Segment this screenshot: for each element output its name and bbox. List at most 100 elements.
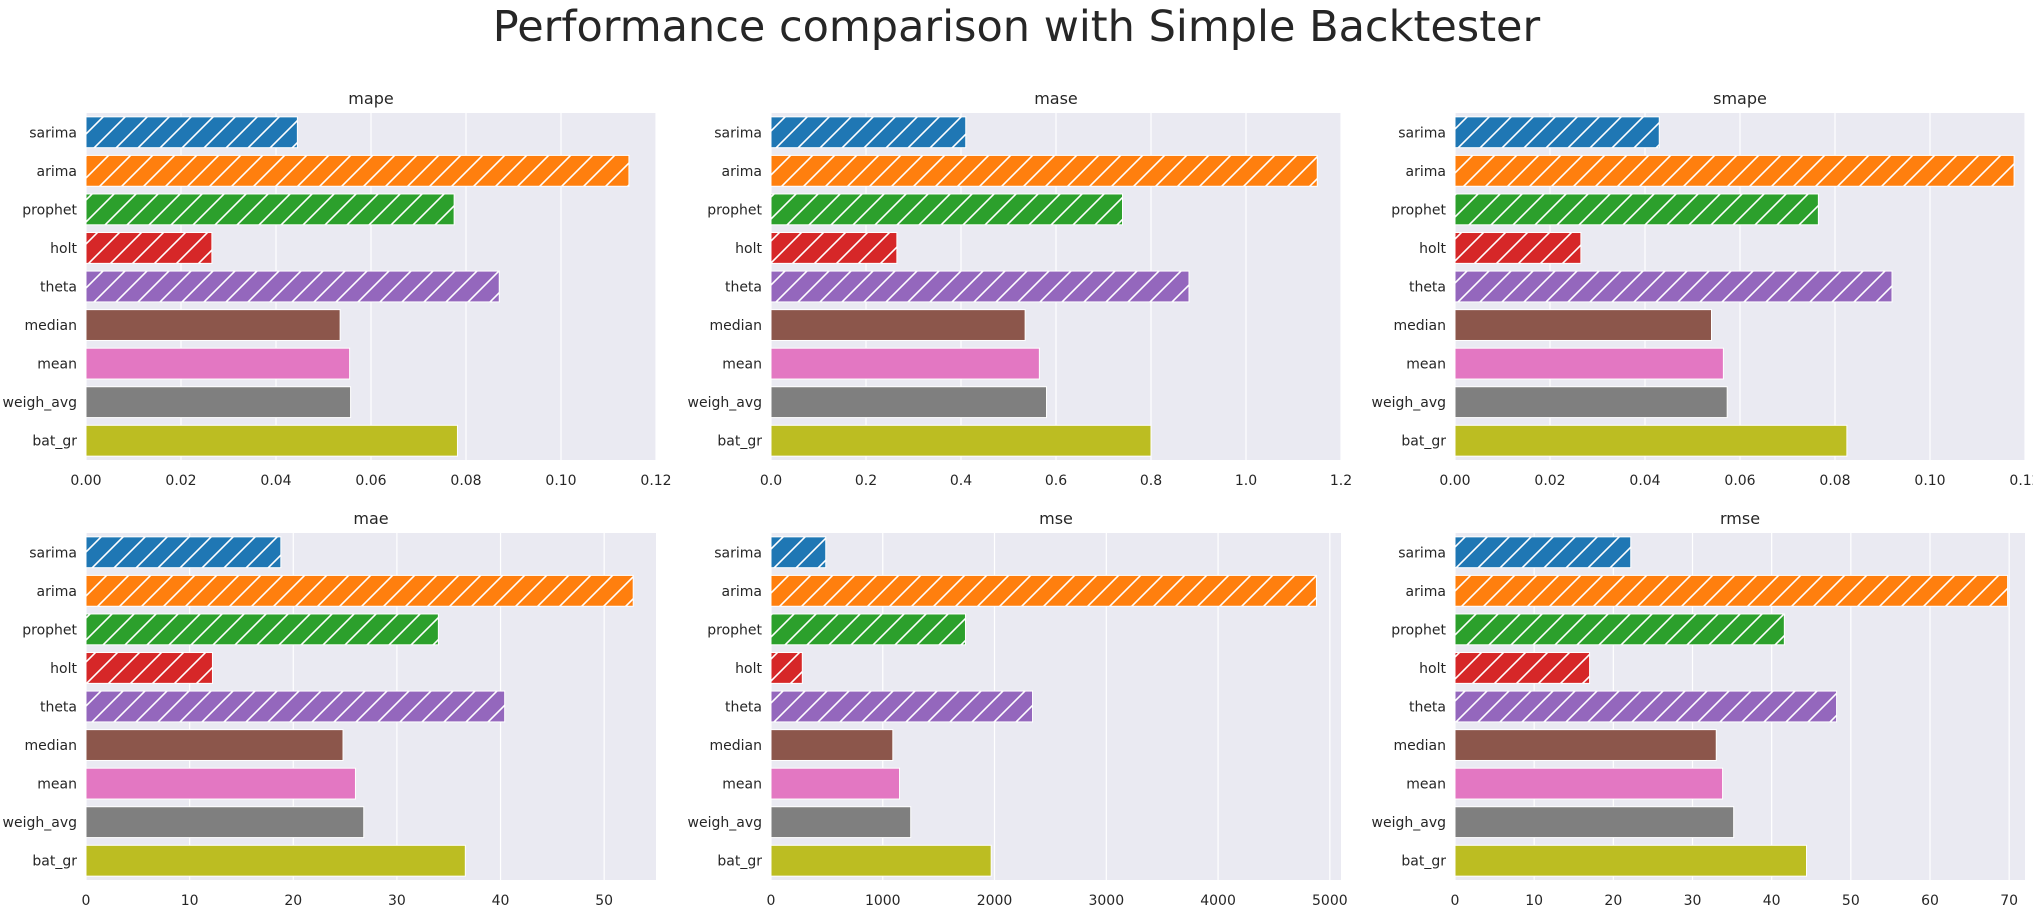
x-tick-label: 0.04: [1629, 473, 1660, 489]
y-tick-label: prophet: [22, 202, 77, 218]
subplot-mae: sarima arima prophet holt theta median mean wei…: [3, 509, 656, 909]
bar-bat_gr: [1454, 844, 1807, 877]
x-tick-label: 0.2: [855, 473, 877, 489]
bar-holt: [770, 652, 803, 684]
y-tick-label: prophet: [1391, 622, 1446, 638]
x-tick-label: 0: [1451, 893, 1460, 909]
x-tick-label: 1.0: [1235, 473, 1257, 489]
y-tick-label: mean: [722, 357, 762, 373]
bar-holt: [1454, 652, 1591, 684]
bar-weigh_avg: [1454, 806, 1735, 839]
y-tick-label: prophet: [707, 622, 762, 638]
bar-bat_gr: [1454, 424, 1848, 457]
bar-mean: [85, 767, 356, 800]
bar-sarima: [85, 116, 298, 149]
bar-prophet: [1454, 193, 1819, 226]
bar-mean: [770, 767, 901, 800]
x-tick-label: 50: [595, 893, 613, 909]
bar-sarima: [1454, 116, 1660, 149]
bar-theta: [85, 690, 506, 723]
bar-arima: [85, 154, 630, 187]
subplot-title: rmse: [1720, 509, 1760, 528]
x-tick-label: 20: [1604, 893, 1622, 909]
bar-median: [770, 729, 894, 761]
bar-theta: [1454, 270, 1893, 303]
x-tick-label: 0.02: [1534, 473, 1565, 489]
x-tick-label: 0.06: [355, 473, 386, 489]
x-tick-label: 1.2: [1330, 473, 1352, 489]
x-tick-label: 4000: [1200, 893, 1236, 909]
y-tick-label: holt: [735, 241, 762, 257]
y-tick-label: arima: [1406, 164, 1446, 180]
subplot-smape: sarima arima prophet holt theta median mean wei…: [1372, 89, 2033, 489]
y-tick-label: median: [710, 738, 762, 754]
bar-weigh_avg: [85, 806, 365, 839]
y-tick-label: prophet: [707, 202, 762, 218]
y-tick-label: sarima: [1398, 125, 1446, 141]
bar-prophet: [770, 193, 1123, 226]
subplot-mase: sarima arima prophet holt theta median mean wei…: [688, 89, 1353, 489]
bar-median: [770, 309, 1026, 341]
y-tick-label: bat_gr: [1401, 854, 1446, 870]
y-tick-label: prophet: [1391, 202, 1446, 218]
x-tick-label: 0.02: [165, 473, 196, 489]
y-tick-label: sarima: [29, 125, 77, 141]
x-tick-label: 0.12: [2009, 473, 2033, 489]
x-tick-label: 30: [1684, 893, 1702, 909]
x-tick-label: 40: [1763, 893, 1781, 909]
bar-sarima: [1454, 536, 1632, 569]
y-tick-label: bat_gr: [717, 854, 762, 870]
subplot-title: mse: [1039, 509, 1073, 528]
bar-holt: [770, 232, 898, 264]
y-tick-label: holt: [50, 661, 77, 677]
y-tick-label: median: [1394, 318, 1446, 334]
bar-arima: [770, 154, 1318, 187]
x-tick-label: 30: [388, 893, 406, 909]
bar-arima: [1454, 154, 2015, 187]
bar-bat_gr: [85, 424, 458, 457]
bar-sarima: [770, 536, 827, 569]
y-tick-label: weigh_avg: [1372, 815, 1446, 831]
x-tick-label: 1000: [865, 893, 901, 909]
y-tick-label: weigh_avg: [1372, 395, 1446, 411]
x-tick-label: 40: [492, 893, 510, 909]
y-tick-label: mean: [37, 357, 77, 373]
y-tick-label: arima: [722, 584, 762, 600]
y-tick-label: theta: [1409, 280, 1446, 296]
subplot-title: smape: [1713, 89, 1767, 108]
subplot-mape: sarima arima prophet holt theta median mean wei…: [3, 89, 672, 489]
x-tick-label: 60: [1921, 893, 1939, 909]
bar-arima: [770, 574, 1317, 607]
bar-bat_gr: [85, 844, 466, 877]
y-tick-label: holt: [1419, 661, 1446, 677]
y-tick-label: arima: [37, 584, 77, 600]
x-tick-label: 0.00: [70, 473, 101, 489]
bar-median: [85, 729, 344, 761]
bar-sarima: [85, 536, 282, 569]
x-tick-label: 0.08: [1819, 473, 1850, 489]
x-tick-label: 0.10: [1914, 473, 1945, 489]
x-tick-label: 20: [284, 893, 302, 909]
bar-median: [1454, 309, 1712, 341]
bar-theta: [770, 270, 1190, 303]
x-tick-label: 0.00: [1439, 473, 1470, 489]
y-tick-label: arima: [37, 164, 77, 180]
x-tick-label: 3000: [1088, 893, 1124, 909]
subplot-title: mae: [353, 509, 388, 528]
x-tick-label: 10: [1525, 893, 1543, 909]
y-tick-label: mean: [1406, 777, 1446, 793]
bar-mean: [1454, 347, 1724, 380]
y-tick-label: holt: [735, 661, 762, 677]
bar-bat_gr: [770, 844, 992, 877]
bar-mean: [1454, 767, 1724, 800]
x-tick-label: 0: [82, 893, 91, 909]
x-tick-label: 0.6: [1045, 473, 1067, 489]
x-tick-label: 0.06: [1724, 473, 1755, 489]
x-tick-label: 0.10: [545, 473, 576, 489]
y-tick-label: bat_gr: [717, 434, 762, 450]
y-tick-label: theta: [1409, 700, 1446, 716]
y-tick-label: holt: [1419, 241, 1446, 257]
bar-bat_gr: [770, 424, 1152, 457]
x-tick-label: 2000: [977, 893, 1013, 909]
subplot-title: mase: [1034, 89, 1078, 108]
